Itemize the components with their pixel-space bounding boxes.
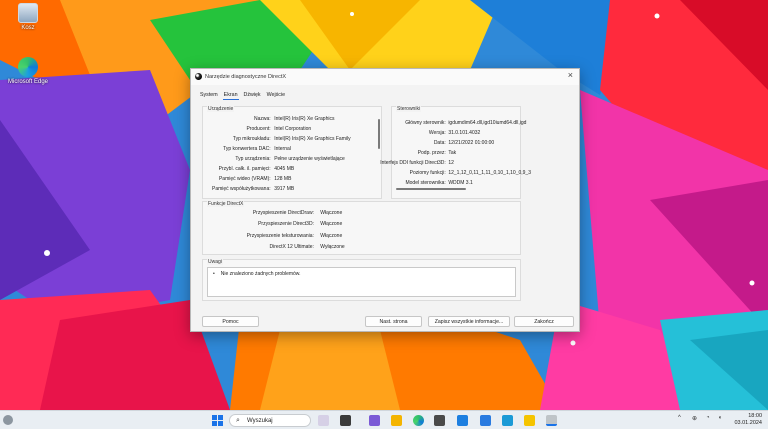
driver-row-signed: Podp. przez: Tak xyxy=(417,150,457,156)
clock-time: 18:00 xyxy=(748,413,762,419)
dx-row-dx12-ultimate: DirectX 12 Ultimate: Wyłączone xyxy=(269,244,345,250)
language-icon[interactable]: ⊕ xyxy=(692,415,697,422)
mail-icon[interactable] xyxy=(457,415,468,426)
device-row-dac-type: Typ konwertera DAC: Internal xyxy=(223,146,291,152)
device-scrollbar[interactable] xyxy=(378,119,380,149)
directx-features-group: Funkcje DirectX Przyspieszenie DirectDra… xyxy=(202,201,521,255)
device-group: Urządzenie Nazwa: Intel(R) Iris(R) Xe Gra… xyxy=(202,106,382,199)
drivers-scrollbar[interactable] xyxy=(396,188,466,190)
dx-row-direct3d: Przyspieszenie Direct3D: Włączone xyxy=(258,221,343,227)
file-explorer-icon[interactable] xyxy=(391,415,402,426)
xbox-icon[interactable] xyxy=(524,415,535,426)
device-row-vram: Pamięć wideo (VRAM): 128 MB xyxy=(218,176,292,182)
drivers-group: Sterowniki Główny sterownik: igdumdim64.d… xyxy=(380,106,531,199)
taskbar: ⌕ Wyszukaj ^ ⊕ ◔ ◖ 18:00 03.01.2024 xyxy=(0,410,768,429)
tab-display[interactable]: Ekran xyxy=(222,91,239,100)
save-all-info-button[interactable]: Zapisz wszystkie informacje... xyxy=(428,316,510,327)
device-row-device-type: Typ urządzenia: Pełne urządzenie wyświetl… xyxy=(235,156,345,162)
dxdiag-taskbar-icon[interactable] xyxy=(546,415,557,426)
recycle-bin-icon xyxy=(18,3,38,23)
window-title: Narzędzie diagnostyczne DirectX xyxy=(205,74,287,80)
app-icon[interactable] xyxy=(502,415,513,426)
device-row-shared-memory: Pamięć współużytkowana: 3917 MB xyxy=(212,186,295,192)
close-icon[interactable]: × xyxy=(568,70,573,80)
group-title: Funkcje DirectX xyxy=(207,201,245,207)
tab-sound[interactable]: Dźwięk xyxy=(243,91,262,100)
next-page-button[interactable]: Nast. strona xyxy=(365,316,422,327)
search-placeholder: Wyszukaj xyxy=(247,418,273,424)
tab-bar: System Ekran Dźwięk Wejście xyxy=(199,91,286,100)
teams-chat-icon[interactable] xyxy=(369,415,380,426)
edge-browser-icon xyxy=(18,57,38,77)
windows-logo-icon xyxy=(212,415,217,420)
driver-row-feature-levels: Poziomy funkcji: 12_1,12_0,11_1,11_0,10_1… xyxy=(409,170,531,176)
driver-row-version: Wersja: 31.0.101.4032 xyxy=(428,130,481,136)
search-icon: ⌕ xyxy=(236,417,240,424)
tab-system[interactable]: System xyxy=(199,91,219,100)
clock-date: 03.01.2024 xyxy=(734,420,762,426)
group-title: Urządzenie xyxy=(207,106,235,112)
driver-row-date: Data: 12/21/2022 01:00:00 xyxy=(433,140,495,146)
notes-group: Uwagi • Nie znaleziono żadnych problemów. xyxy=(202,259,521,301)
window-titlebar[interactable]: Narzędzie diagnostyczne DirectX × xyxy=(191,69,579,85)
device-row-manufacturer: Producent: Intel Corporation xyxy=(246,126,312,132)
task-view-icon[interactable] xyxy=(340,415,351,426)
device-row-name: Nazwa: Intel(R) Iris(R) Xe Graphics xyxy=(253,116,335,122)
desktop-icon-recycle-bin[interactable]: Kosz xyxy=(0,3,56,31)
taskbar-clock[interactable]: 18:00 03.01.2024 xyxy=(734,413,762,427)
help-button[interactable]: Pomoc xyxy=(202,316,259,327)
exit-button[interactable]: Zakończ xyxy=(514,316,574,327)
device-row-chip-type: Typ mikroukładu: Intel(R) Iris(R) Xe Grap… xyxy=(232,136,351,142)
dxdiag-window: Narzędzie diagnostyczne DirectX × System… xyxy=(190,68,580,332)
desktop-icon-edge[interactable]: Microsoft Edge xyxy=(0,57,56,85)
volume-icon[interactable]: ◖ xyxy=(718,415,722,421)
weather-icon[interactable] xyxy=(3,415,13,425)
dxdiag-app-icon xyxy=(195,73,202,80)
store-icon[interactable] xyxy=(434,415,445,426)
start-button[interactable] xyxy=(212,415,223,426)
device-row-total-memory: Przybl. całk. il. pamięci: 4045 MB xyxy=(218,166,295,172)
driver-row-ddi: Interfejs DDI funkcji Direct3D: 12 xyxy=(380,160,454,166)
bullet: • xyxy=(213,271,215,277)
dx-row-directdraw: Przyspieszenie DirectDraw: Włączone xyxy=(252,210,343,216)
tray-chevron-icon[interactable]: ^ xyxy=(678,415,681,421)
notes-textbox[interactable]: • Nie znaleziono żadnych problemów. xyxy=(207,267,516,297)
tab-input[interactable]: Wejście xyxy=(266,91,286,100)
desktop-icon-label: Kosz xyxy=(21,25,35,31)
notes-text: Nie znaleziono żadnych problemów. xyxy=(220,271,301,277)
network-icon[interactable]: ◔ xyxy=(706,415,710,421)
group-title: Uwagi xyxy=(207,259,223,265)
taskbar-search-box[interactable]: ⌕ Wyszukaj xyxy=(229,414,311,427)
widgets-icon[interactable] xyxy=(318,415,329,426)
dx-row-texturing: Przyspieszenie teksturowania: Włączone xyxy=(246,233,343,239)
desktop-icon-label: Microsoft Edge xyxy=(7,79,49,85)
group-title: Sterowniki xyxy=(396,106,422,112)
dropbox-icon[interactable] xyxy=(480,415,491,426)
driver-row-main: Główny sterownik: igdumdim64.dll,igd10ium… xyxy=(405,120,527,126)
edge-taskbar-icon[interactable] xyxy=(413,415,424,426)
